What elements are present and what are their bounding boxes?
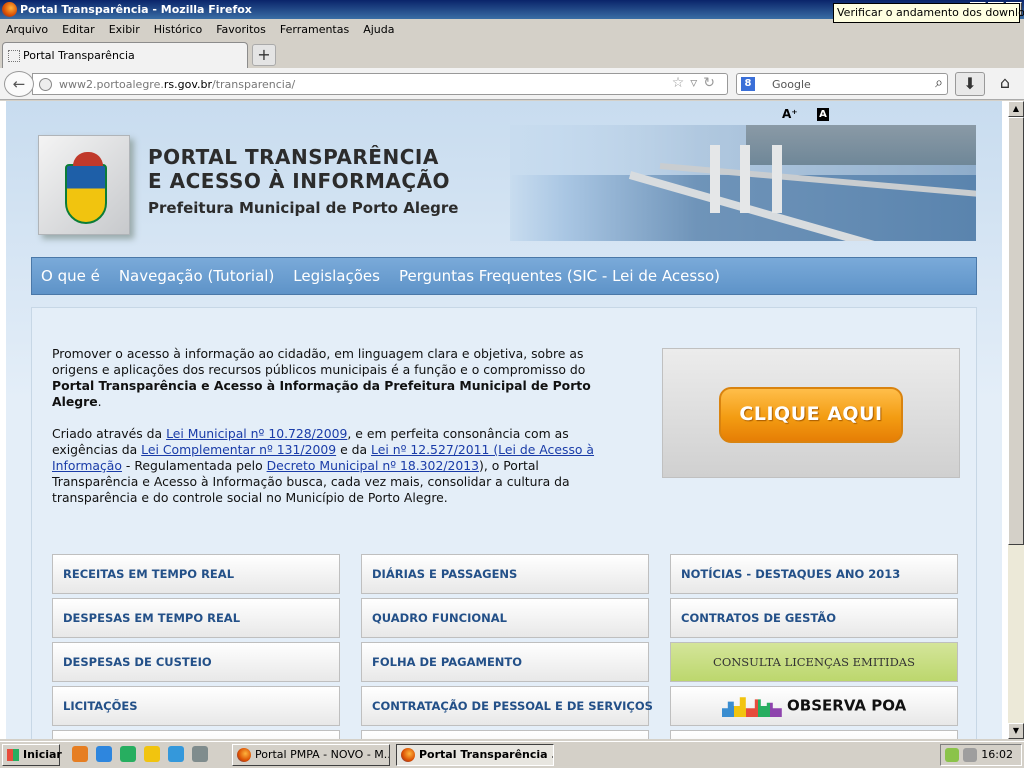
observa-poa-logo: OBSERVA POA bbox=[721, 695, 906, 717]
btn-contratacao[interactable]: CONTRATAÇÃO DE PESSOAL E DE SERVIÇOS bbox=[361, 686, 653, 726]
site-header: PORTAL TRANSPARÊNCIA E ACESSO À INFORMAÇ… bbox=[30, 125, 978, 241]
app-icon[interactable] bbox=[120, 746, 136, 762]
new-tab-button[interactable]: + bbox=[252, 44, 276, 66]
start-button[interactable]: Iniciar bbox=[2, 744, 62, 766]
menu-ajuda[interactable]: Ajuda bbox=[363, 23, 394, 36]
main-content: Promover o acesso à informação ao cidadã… bbox=[31, 307, 977, 739]
menu-editar[interactable]: Editar bbox=[62, 23, 95, 36]
portal-title-line1: PORTAL TRANSPARÊNCIA bbox=[148, 145, 439, 169]
tray-icon[interactable] bbox=[945, 748, 959, 762]
search-icon[interactable]: ⌕ bbox=[935, 75, 943, 91]
url-bar[interactable]: www2.portoalegre.rs.gov.br/transparencia… bbox=[32, 73, 728, 95]
quick-launch bbox=[72, 746, 208, 762]
menu-arquivo[interactable]: Arquivo bbox=[6, 23, 48, 36]
btn-receitas[interactable]: RECEITAS EM TEMPO REAL bbox=[52, 554, 340, 594]
navigation-toolbar: www2.portoalegre.rs.gov.br/transparencia… bbox=[0, 68, 1024, 100]
downloads-button[interactable]: ⬇ bbox=[955, 72, 985, 96]
vertical-scrollbar[interactable]: ▲ ▼ bbox=[1008, 101, 1024, 739]
intro-paragraph-1: Promover o acesso à informação ao cidadã… bbox=[52, 346, 591, 409]
tab-portal-transparencia[interactable]: Portal Transparência bbox=[2, 42, 248, 68]
media-icon[interactable] bbox=[192, 746, 208, 762]
btn-partial-row[interactable] bbox=[670, 730, 958, 739]
clock: 16:02 bbox=[981, 748, 1013, 761]
bookmark-star-icon[interactable]: ☆▿↻ bbox=[672, 75, 721, 91]
home-button[interactable]: ⌂ bbox=[992, 72, 1018, 96]
bridge-photo bbox=[510, 125, 976, 241]
scroll-up-icon[interactable]: ▲ bbox=[1008, 101, 1024, 117]
tab-label: Portal Transparência bbox=[23, 49, 135, 62]
logo-box bbox=[38, 135, 130, 235]
task-portal-pmpa[interactable]: Portal PMPA - NOVO - M... bbox=[232, 744, 390, 766]
taskbar: Iniciar Portal PMPA - NOVO - M... Portal… bbox=[0, 741, 1024, 768]
menu-favoritos[interactable]: Favoritos bbox=[216, 23, 266, 36]
google-icon[interactable]: 8 bbox=[741, 77, 755, 91]
btn-diarias[interactable]: DIÁRIAS E PASSAGENS bbox=[361, 554, 649, 594]
portal-subtitle: Prefeitura Municipal de Porto Alegre bbox=[148, 199, 459, 217]
link-lei-10728[interactable]: Lei Municipal nº 10.728/2009 bbox=[166, 426, 347, 441]
firefox-icon bbox=[2, 2, 17, 17]
btn-despesas-custeio[interactable]: DESPESAS DE CUSTEIO bbox=[52, 642, 340, 682]
site-nav: O que é Navegação (Tutorial) Legislações… bbox=[31, 257, 977, 295]
nav-perguntas-frequentes[interactable]: Perguntas Frequentes (SIC - Lei de Acess… bbox=[399, 267, 720, 285]
btn-contratos-gestao[interactable]: CONTRATOS DE GESTÃO bbox=[670, 598, 958, 638]
clique-aqui-button[interactable]: CLIQUE AQUI bbox=[719, 387, 903, 443]
page-viewport: A⁺ A PORTAL TRANSPARÊNCIA E ACESSO À INF… bbox=[0, 101, 1008, 739]
contrast-button[interactable]: A bbox=[817, 108, 829, 121]
intro-text: Promover o acesso à informação ao cidadã… bbox=[52, 346, 628, 522]
page: A⁺ A PORTAL TRANSPARÊNCIA E ACESSO À INF… bbox=[6, 101, 1002, 739]
globe-icon bbox=[39, 78, 52, 91]
link-decreto-18302[interactable]: Decreto Municipal nº 18.302/2013 bbox=[267, 458, 479, 473]
back-button[interactable]: ← bbox=[4, 71, 34, 97]
page-icon bbox=[8, 50, 20, 62]
search-bar[interactable]: 8 Google ⌕ bbox=[736, 73, 948, 95]
btn-quadro-funcional[interactable]: QUADRO FUNCIONAL bbox=[361, 598, 649, 638]
menu-exibir[interactable]: Exibir bbox=[109, 23, 140, 36]
intro-paragraph-2: Criado através da Lei Municipal nº 10.72… bbox=[52, 426, 595, 505]
downloads-tooltip: Verificar o andamento dos downloads bbox=[833, 3, 1024, 23]
search-input[interactable]: Google bbox=[772, 78, 811, 91]
firefox-quicklaunch-icon[interactable] bbox=[72, 746, 88, 762]
cta-banner: CLIQUE AQUI bbox=[662, 348, 960, 478]
tab-bar: Portal Transparência + bbox=[0, 39, 1024, 68]
nav-tutorial[interactable]: Navegação (Tutorial) bbox=[119, 267, 274, 285]
coat-of-arms-icon bbox=[65, 152, 107, 224]
btn-observa-poa[interactable]: OBSERVA POA bbox=[670, 686, 958, 726]
btn-licitacoes[interactable]: LICITAÇÕES bbox=[52, 686, 340, 726]
network-icon[interactable] bbox=[963, 748, 977, 762]
font-increase-button[interactable]: A⁺ bbox=[782, 107, 798, 121]
scroll-thumb[interactable] bbox=[1008, 117, 1024, 545]
font-controls: A⁺ A bbox=[782, 107, 829, 121]
nav-legislacoes[interactable]: Legislações bbox=[293, 267, 380, 285]
folder-icon[interactable] bbox=[144, 746, 160, 762]
task-portal-transparencia[interactable]: Portal Transparência ... bbox=[396, 744, 554, 766]
link-lc-131[interactable]: Lei Complementar nº 131/2009 bbox=[141, 442, 336, 457]
nav-o-que-e[interactable]: O que é bbox=[41, 267, 100, 285]
menu-ferramentas[interactable]: Ferramentas bbox=[280, 23, 349, 36]
btn-partial-row[interactable] bbox=[361, 730, 649, 739]
portal-title-line2: E ACESSO À INFORMAÇÃO bbox=[148, 169, 451, 193]
url-text: www2.portoalegre.rs.gov.br/transparencia… bbox=[59, 78, 296, 91]
btn-partial-row[interactable] bbox=[52, 730, 340, 739]
btn-noticias[interactable]: NOTÍCIAS - DESTAQUES ANO 2013 bbox=[670, 554, 958, 594]
app2-icon[interactable] bbox=[168, 746, 184, 762]
ie-icon[interactable] bbox=[96, 746, 112, 762]
window-title: Portal Transparência - Mozilla Firefox bbox=[20, 3, 252, 16]
system-tray: 16:02 bbox=[940, 744, 1022, 766]
btn-consulta-licencas[interactable]: CONSULTA LICENÇAS EMITIDAS bbox=[670, 642, 958, 682]
menu-historico[interactable]: Histórico bbox=[154, 23, 202, 36]
btn-folha-pagamento[interactable]: FOLHA DE PAGAMENTO bbox=[361, 642, 649, 682]
scroll-down-icon[interactable]: ▼ bbox=[1008, 723, 1024, 739]
btn-despesas-tempo-real[interactable]: DESPESAS EM TEMPO REAL bbox=[52, 598, 340, 638]
